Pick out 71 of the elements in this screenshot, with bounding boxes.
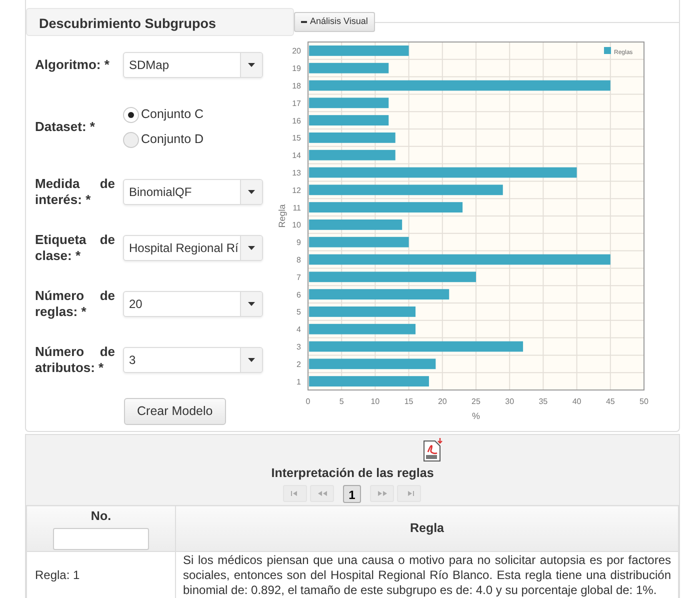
field-label: Número de atributos: *: [35, 344, 115, 376]
first-page-button[interactable]: [283, 485, 307, 502]
axis-tick-label: 1: [296, 376, 301, 386]
axis-tick-label: 19: [292, 64, 301, 73]
axis-tick-label: 16: [292, 116, 301, 125]
axis-tick-label: 11: [292, 202, 301, 212]
caret-icon: [248, 302, 255, 306]
axis-tick-label: 10: [292, 220, 301, 230]
axis-tick-label: 5: [296, 307, 301, 316]
axis-tick-label: 6: [296, 290, 301, 299]
radio-option[interactable]: Conjunto D: [123, 127, 204, 152]
panel-title: Descubrimiento Subgrupos: [26, 8, 294, 36]
axis-tick-label: 15: [292, 133, 301, 142]
axis-tick-label: 2: [296, 359, 301, 368]
rule-text: Si los médicos piensan que una causa o motivo para no solicitar autopsia es por factores sociales, entonces son del Hospital Regional Río Blanco. Esta regla tiene una distribución binomial de: 0.892, el tamaño de este subgrupo es de: 4.0 y su porcentaje global de: 1%.: [183, 552, 671, 598]
axis-title: %: [472, 410, 480, 420]
axis-tick-label: 15: [404, 396, 414, 406]
axis-tick-label: 14: [292, 150, 301, 160]
previous-page-icon: [318, 491, 326, 496]
next-page-icon: [378, 491, 386, 496]
caret-icon: [248, 190, 255, 194]
axis-tick-label: 7: [296, 272, 301, 282]
axis-tick-label: 40: [572, 396, 582, 406]
select-field[interactable]: 20: [123, 291, 263, 317]
field-label: Número de reglas: *: [35, 288, 115, 320]
axis-tick-label: 45: [606, 396, 615, 406]
table-cell: Regla: 1: [35, 568, 80, 582]
select-field[interactable]: SDMap: [123, 52, 263, 78]
first-page-icon: [290, 491, 300, 496]
axis-tick-label: 3: [296, 342, 301, 351]
axis-tick-label: 35: [538, 396, 548, 406]
caret-icon: [248, 63, 255, 67]
caret-icon: [248, 358, 255, 362]
select-field[interactable]: BinomialQF: [123, 179, 263, 205]
axis-tick-label: 50: [640, 396, 648, 406]
axis-tick-label: 20: [292, 46, 301, 56]
section-title: Interpretación de las reglas: [270, 465, 435, 482]
field-label: Algoritmo: *: [35, 57, 110, 73]
caret-icon: [248, 246, 255, 250]
axis-tick-label: 9: [296, 238, 301, 247]
previous-page-button[interactable]: [310, 485, 334, 502]
radio-option[interactable]: Conjunto C: [123, 102, 204, 127]
radio-button[interactable]: [123, 106, 139, 122]
axis-tick-label: 4: [296, 324, 301, 334]
field-label: Etiqueta de clase: *: [35, 232, 115, 264]
axis-tick-label: 20: [438, 396, 447, 406]
axis-tick-label: 25: [472, 396, 480, 406]
visual-analysis-toggle[interactable]: Análisis Visual: [294, 12, 375, 32]
column-header: No.: [90, 508, 112, 525]
column-header: Regla: [408, 520, 446, 537]
field-label: Dataset: *: [35, 119, 96, 135]
axis-tick-label: 8: [296, 255, 301, 264]
pdf-download-icon[interactable]: [423, 438, 444, 462]
axis-title: Regla: [277, 204, 287, 228]
field-label: Medida de interés: *: [35, 176, 115, 208]
page-button[interactable]: 1: [343, 485, 361, 503]
axis-tick-label: 5: [339, 396, 344, 406]
axis-tick-label: 0: [306, 396, 310, 406]
create-model-button[interactable]: Crear Modelo: [124, 398, 226, 425]
last-page-button[interactable]: [397, 485, 421, 502]
axis-tick-label: 13: [292, 168, 301, 177]
axis-tick-label: 30: [505, 396, 514, 406]
select-field[interactable]: 3: [123, 347, 263, 373]
axis-tick-label: 10: [370, 396, 380, 406]
axis-tick-label: 18: [292, 81, 301, 90]
radio-button[interactable]: [123, 132, 139, 148]
axis-tick-label: 17: [292, 98, 301, 108]
axis-tick-label: 12: [292, 185, 301, 194]
next-page-button[interactable]: [370, 485, 394, 502]
select-field[interactable]: Hospital Regional Rí: [123, 235, 263, 261]
filter-field[interactable]: [53, 528, 149, 550]
